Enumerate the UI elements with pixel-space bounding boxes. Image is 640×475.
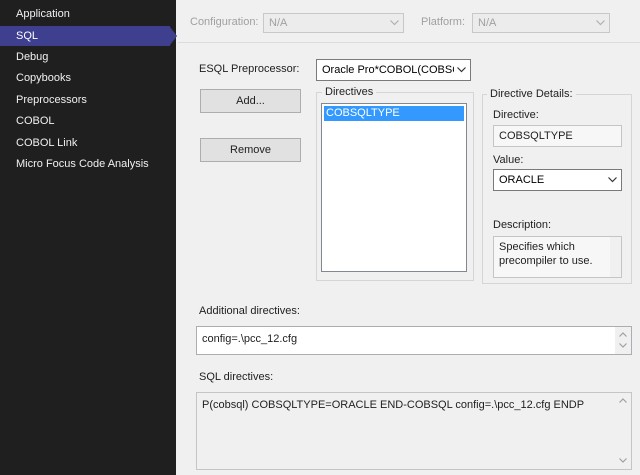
- directives-group-title: Directives: [322, 86, 377, 99]
- active-item-pointer: [170, 27, 177, 45]
- nav-item-application[interactable]: Application: [0, 4, 170, 24]
- chevron-down-icon: [605, 170, 621, 190]
- sql-directives-label: SQL directives:: [199, 371, 274, 383]
- esql-preprocessor-value: Oracle Pro*COBOL(COBSQL: [322, 64, 467, 76]
- scroll-down-icon[interactable]: [615, 454, 631, 468]
- nav-item-debug[interactable]: Debug: [0, 47, 170, 67]
- list-item[interactable]: COBSQLTYPE: [324, 106, 464, 121]
- directive-field: COBSQLTYPE: [493, 125, 622, 147]
- directive-details-title: Directive Details:: [487, 88, 576, 101]
- directive-value-selected: ORACLE: [499, 174, 545, 186]
- nav-item-cobol[interactable]: COBOL: [0, 111, 170, 131]
- project-properties-nav: Application SQL Debug Copybooks Preproce…: [0, 0, 176, 475]
- chevron-down-icon: [592, 14, 609, 32]
- additional-directives-label: Additional directives:: [199, 305, 300, 317]
- configuration-select[interactable]: N/A: [263, 13, 404, 33]
- additional-directives-input[interactable]: config=.\pcc_12.cfg: [196, 326, 632, 355]
- sql-directives-field: P(cobsql) COBSQLTYPE=ORACLE END-COBSQL c…: [196, 392, 632, 470]
- directive-value: COBSQLTYPE: [499, 130, 573, 142]
- platform-label: Platform:: [421, 16, 466, 28]
- nav-item-code-analysis[interactable]: Micro Focus Code Analysis: [0, 154, 170, 174]
- directive-value-select[interactable]: ORACLE: [493, 169, 622, 191]
- directives-list[interactable]: COBSQLTYPE: [321, 103, 467, 272]
- description-text: Specifies which precompiler to use.: [499, 241, 593, 267]
- nav-item-cobol-link[interactable]: COBOL Link: [0, 133, 170, 153]
- remove-directive-button[interactable]: Remove: [200, 138, 301, 162]
- additional-directives-value: config=.\pcc_12.cfg: [202, 333, 298, 345]
- configuration-value: N/A: [269, 17, 288, 29]
- chevron-down-icon: [454, 60, 470, 80]
- description-field: Specifies which precompiler to use.: [493, 236, 622, 278]
- nav-item-preprocessors[interactable]: Preprocessors: [0, 90, 170, 110]
- directive-label: Directive:: [493, 109, 539, 121]
- platform-select[interactable]: N/A: [472, 13, 610, 33]
- chevron-down-icon: [386, 14, 403, 32]
- scroll-up-icon[interactable]: [615, 394, 631, 408]
- nav-item-copybooks[interactable]: Copybooks: [0, 68, 170, 88]
- scroll-down-icon[interactable]: [615, 339, 631, 353]
- add-directive-button[interactable]: Add...: [200, 89, 301, 113]
- divider: [178, 42, 640, 43]
- platform-value: N/A: [478, 17, 497, 29]
- nav-item-sql[interactable]: SQL: [0, 26, 170, 46]
- description-scrollbar[interactable]: [610, 237, 621, 277]
- esql-preprocessor-label: ESQL Preprocessor:: [199, 63, 300, 75]
- esql-preprocessor-select[interactable]: Oracle Pro*COBOL(COBSQL: [316, 59, 471, 81]
- value-label: Value:: [493, 154, 524, 166]
- additional-directives-scrollbar[interactable]: [615, 327, 631, 354]
- sql-directives-scrollbar[interactable]: [615, 393, 631, 469]
- configuration-label: Configuration:: [190, 16, 259, 28]
- description-label: Description:: [493, 219, 552, 231]
- sql-directives-value: P(cobsql) COBSQLTYPE=ORACLE END-COBSQL c…: [202, 399, 585, 411]
